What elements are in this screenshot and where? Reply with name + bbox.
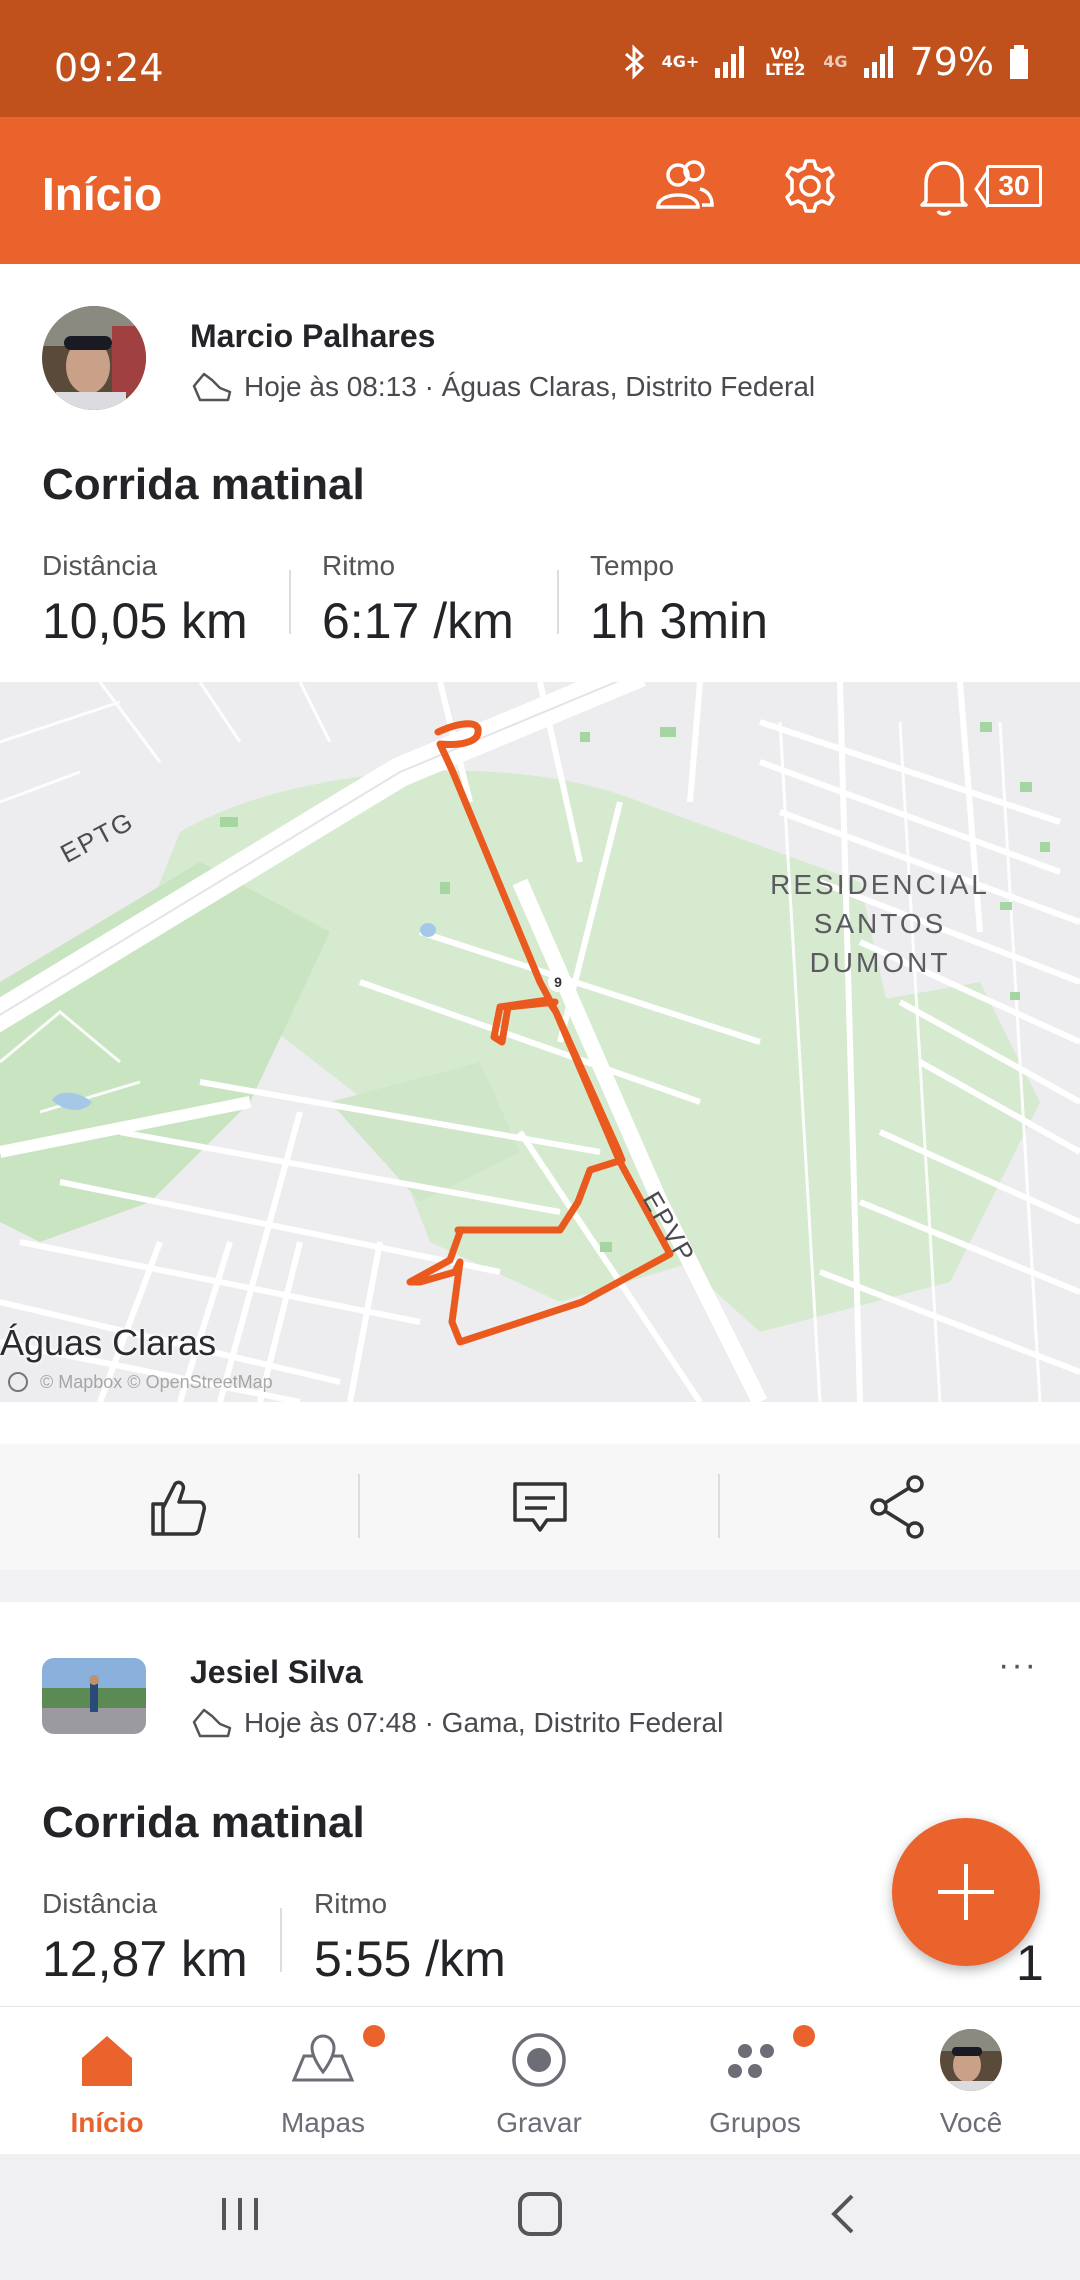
mapbox-logo-icon[interactable]	[8, 1372, 28, 1392]
battery-percent: 79%	[909, 40, 994, 84]
battery-icon	[1010, 45, 1028, 79]
stat-value: 1h 3min	[590, 593, 768, 649]
stat-value: 5:55 /km	[314, 1931, 506, 1987]
more-options-button[interactable]: ···	[998, 1646, 1038, 1685]
stat-distance: Distância 10,05 km	[42, 550, 248, 650]
nav-item-record[interactable]: Gravar	[449, 2025, 629, 2139]
comment-icon[interactable]	[505, 1472, 575, 1542]
nav-item-you[interactable]: Você	[881, 2025, 1061, 2139]
home-icon	[82, 2036, 132, 2086]
nav-label: Você	[939, 2107, 1003, 2138]
bell-icon[interactable]	[918, 157, 970, 219]
profile-avatar	[940, 2029, 1002, 2091]
stat-label: Tempo	[590, 550, 675, 581]
people-icon[interactable]	[654, 157, 716, 215]
add-activity-button[interactable]	[892, 1818, 1040, 1966]
stat-value: 6:17 /km	[322, 593, 514, 649]
volte-label: Vo) LTE2	[765, 44, 806, 79]
kudos-thumb-icon[interactable]	[143, 1472, 213, 1542]
share-icon[interactable]	[863, 1472, 933, 1542]
activity-title[interactable]: Corrida matinal	[42, 460, 365, 510]
shoe-icon	[192, 1708, 232, 1738]
stat-value: 12,87 km	[42, 1931, 248, 1987]
stat-pace: Ritmo 5:55 /km	[314, 1888, 506, 1988]
avatar[interactable]	[42, 1658, 146, 1734]
stat-divider	[557, 570, 559, 634]
action-divider	[718, 1474, 720, 1538]
athlete-name[interactable]: Jesiel Silva	[190, 1654, 363, 1691]
activity-meta-text: Hoje às 07:48 · Gama, Distrito Federal	[244, 1707, 724, 1738]
athlete-name[interactable]: Marcio Palhares	[190, 318, 435, 355]
nav-label: Mapas	[280, 2107, 366, 2138]
action-divider	[358, 1474, 360, 1538]
stat-divider	[289, 570, 291, 634]
status-time: 09:24	[54, 46, 164, 90]
map-label-area-line: DUMONT	[809, 947, 951, 978]
map-attribution[interactable]: © Mapbox © OpenStreetMap	[40, 1372, 273, 1393]
stat-label: Ritmo	[322, 550, 396, 581]
stat-distance: Distância 12,87 km	[42, 1888, 248, 1988]
activity-actions	[0, 1444, 1080, 1570]
bottom-navigation: Início Mapas Gravar Grupos Você	[0, 2006, 1080, 2154]
shoe-icon	[192, 372, 232, 402]
stat-label: Distância	[42, 550, 158, 581]
back-icon[interactable]	[820, 2190, 868, 2238]
activity-meta: Hoje às 07:48 · Gama, Distrito Federal	[190, 1706, 723, 1740]
record-icon	[512, 2033, 566, 2087]
bluetooth-icon	[624, 44, 644, 80]
nav-label: Grupos	[709, 2107, 801, 2138]
status-icons: 4G+ Vo) LTE2 4G 79%	[622, 40, 1030, 84]
activity-title[interactable]: Corrida matinal	[42, 1798, 365, 1848]
notification-count-badge[interactable]: 30	[986, 165, 1042, 207]
map-label-area: RESIDENCIAL SANTOS DUMONT	[740, 865, 1020, 982]
network-type-label: 4G+	[661, 52, 700, 71]
map-label-area-line: RESIDENCIAL	[770, 869, 990, 900]
gear-icon[interactable]	[782, 157, 838, 215]
map-road-number: 9	[548, 972, 568, 992]
nav-item-maps[interactable]: Mapas	[233, 2025, 413, 2139]
nav-label: Gravar	[496, 2107, 582, 2138]
nav-item-groups[interactable]: Grupos	[665, 2025, 845, 2139]
nav-item-home[interactable]: Início	[17, 2025, 197, 2139]
status-bar: 09:24 4G+ Vo) LTE2 4G 79%	[0, 0, 1080, 117]
home-button-icon[interactable]	[516, 2190, 564, 2238]
signal-icon-2	[863, 46, 893, 78]
map-label-area-line: SANTOS	[813, 908, 947, 939]
signal-icon	[715, 46, 745, 78]
stat-time: Tempo 1h 3min	[590, 550, 768, 650]
notification-dot	[793, 2025, 815, 2047]
map-pin-icon	[291, 2034, 355, 2082]
plus-icon	[938, 1864, 994, 1920]
avatar[interactable]	[42, 306, 146, 410]
groups-icon	[728, 2044, 774, 2078]
app-bar: Início 30	[0, 117, 1080, 264]
route-map[interactable]: EPTG EPVP RESIDENCIAL SANTOS DUMONT 9 Ág…	[0, 682, 1080, 1402]
activity-meta: Hoje às 08:13 · Águas Claras, Distrito F…	[190, 370, 815, 404]
stat-divider	[280, 1908, 282, 1972]
activity-meta-text: Hoje às 08:13 · Águas Claras, Distrito F…	[244, 371, 816, 402]
stat-pace: Ritmo 6:17 /km	[322, 550, 514, 650]
stat-value: 10,05 km	[42, 593, 248, 649]
page-title: Início	[42, 168, 163, 220]
recents-icon[interactable]	[216, 2190, 264, 2238]
stat-label: Ritmo	[314, 1888, 388, 1919]
map-label-city: Águas Claras	[0, 1322, 217, 1363]
system-navigation-bar	[0, 2154, 1080, 2280]
notification-dot	[363, 2025, 385, 2047]
stat-label: Distância	[42, 1888, 158, 1919]
network-type-label-2: 4G	[823, 52, 848, 71]
nav-label: Início	[70, 2107, 144, 2138]
